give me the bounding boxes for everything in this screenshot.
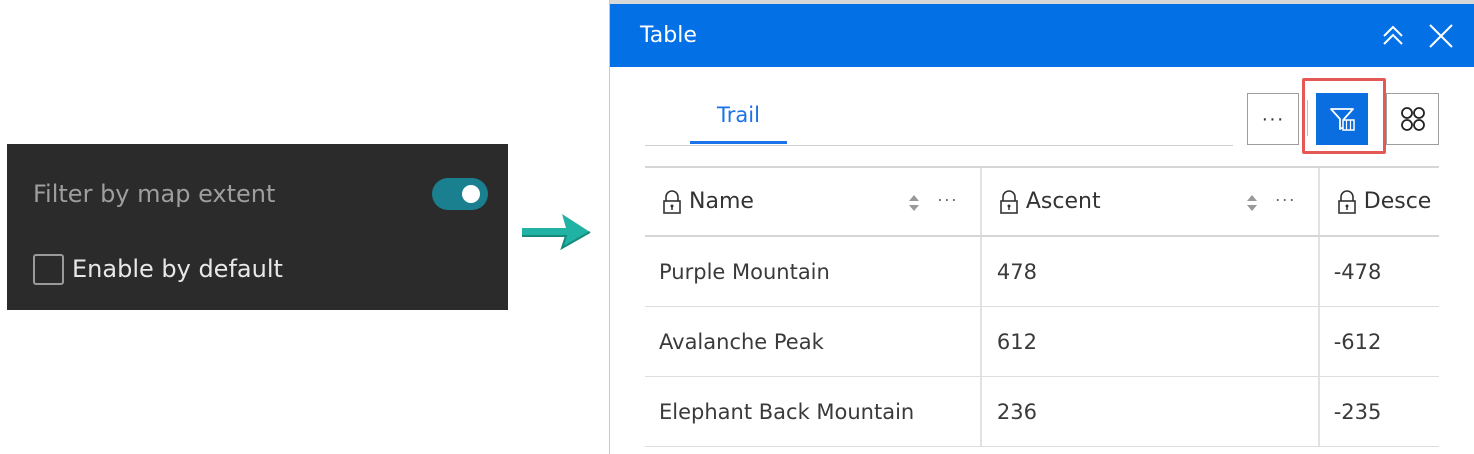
enable-by-default-row: Enable by default — [33, 252, 488, 286]
table-widget: Table Trail ··· Name ··· Ascent ··· Desc… — [609, 0, 1474, 454]
column-title-name: Name — [689, 189, 754, 214]
column-menu-button[interactable]: ··· — [937, 189, 958, 210]
settings-panel: Filter by map extent Enable by default — [7, 144, 508, 310]
table-row[interactable]: Elephant Back Mountain 236 -235 — [645, 377, 1439, 447]
cell-ascent: 236 — [982, 377, 1320, 446]
filter-by-map-extent-label: Filter by map extent — [33, 180, 276, 208]
more-options-button[interactable]: ··· — [1247, 93, 1299, 145]
widget-title: Table — [640, 23, 697, 48]
column-header-name[interactable]: Name ··· — [645, 168, 982, 235]
column-menu-button[interactable]: ··· — [1275, 189, 1296, 210]
cell-name: Purple Mountain — [645, 237, 982, 306]
attribute-table: Name ··· Ascent ··· Desce Purple Mountai… — [645, 166, 1439, 454]
table-header-row: Name ··· Ascent ··· Desce — [645, 168, 1439, 237]
sort-icon — [1246, 195, 1257, 211]
lock-icon — [1000, 189, 1018, 214]
cell-descent: -235 — [1333, 399, 1382, 424]
double-chevron-up-icon — [1383, 25, 1403, 45]
filter-map-icon — [1330, 108, 1355, 131]
enable-by-default-checkbox[interactable] — [33, 253, 64, 285]
column-title-ascent: Ascent — [1025, 189, 1101, 214]
sort-icon — [908, 195, 919, 211]
widget-header: Table — [610, 4, 1474, 67]
tab-bar: Trail — [645, 88, 1233, 146]
column-title-descent: Desce — [1363, 189, 1432, 214]
close-button[interactable] — [1424, 19, 1458, 53]
enable-by-default-label: Enable by default — [72, 255, 283, 283]
cell-descent: -478 — [1333, 259, 1382, 284]
cell-name: Avalanche Peak — [645, 307, 982, 376]
toggle-knob — [462, 185, 480, 203]
columns-grid-icon — [1400, 107, 1425, 131]
filter-by-map-extent-button[interactable] — [1316, 93, 1368, 145]
cell-ascent: 612 — [982, 307, 1320, 376]
column-header-descent[interactable]: Desce — [1320, 168, 1439, 235]
lock-icon — [1337, 189, 1356, 214]
table-row[interactable]: Avalanche Peak 612 -612 — [645, 307, 1439, 377]
cell-name: Elephant Back Mountain — [645, 377, 982, 446]
column-header-ascent[interactable]: Ascent ··· — [982, 168, 1320, 235]
columns-button[interactable] — [1386, 93, 1439, 145]
filter-by-map-extent-toggle[interactable] — [432, 178, 488, 210]
table-row[interactable]: Purple Mountain 478 -478 — [645, 237, 1439, 307]
arrow-right-icon — [522, 214, 591, 251]
header-actions — [1376, 19, 1458, 53]
collapse-button[interactable] — [1376, 19, 1410, 53]
cell-ascent: 478 — [982, 237, 1320, 306]
filter-by-map-extent-row: Filter by map extent — [33, 178, 488, 210]
tab-trail[interactable]: Trail — [690, 88, 787, 144]
cell-descent: -612 — [1333, 329, 1382, 354]
lock-icon — [663, 189, 681, 214]
close-icon — [1429, 23, 1453, 48]
more-icon: ··· — [1261, 107, 1285, 130]
